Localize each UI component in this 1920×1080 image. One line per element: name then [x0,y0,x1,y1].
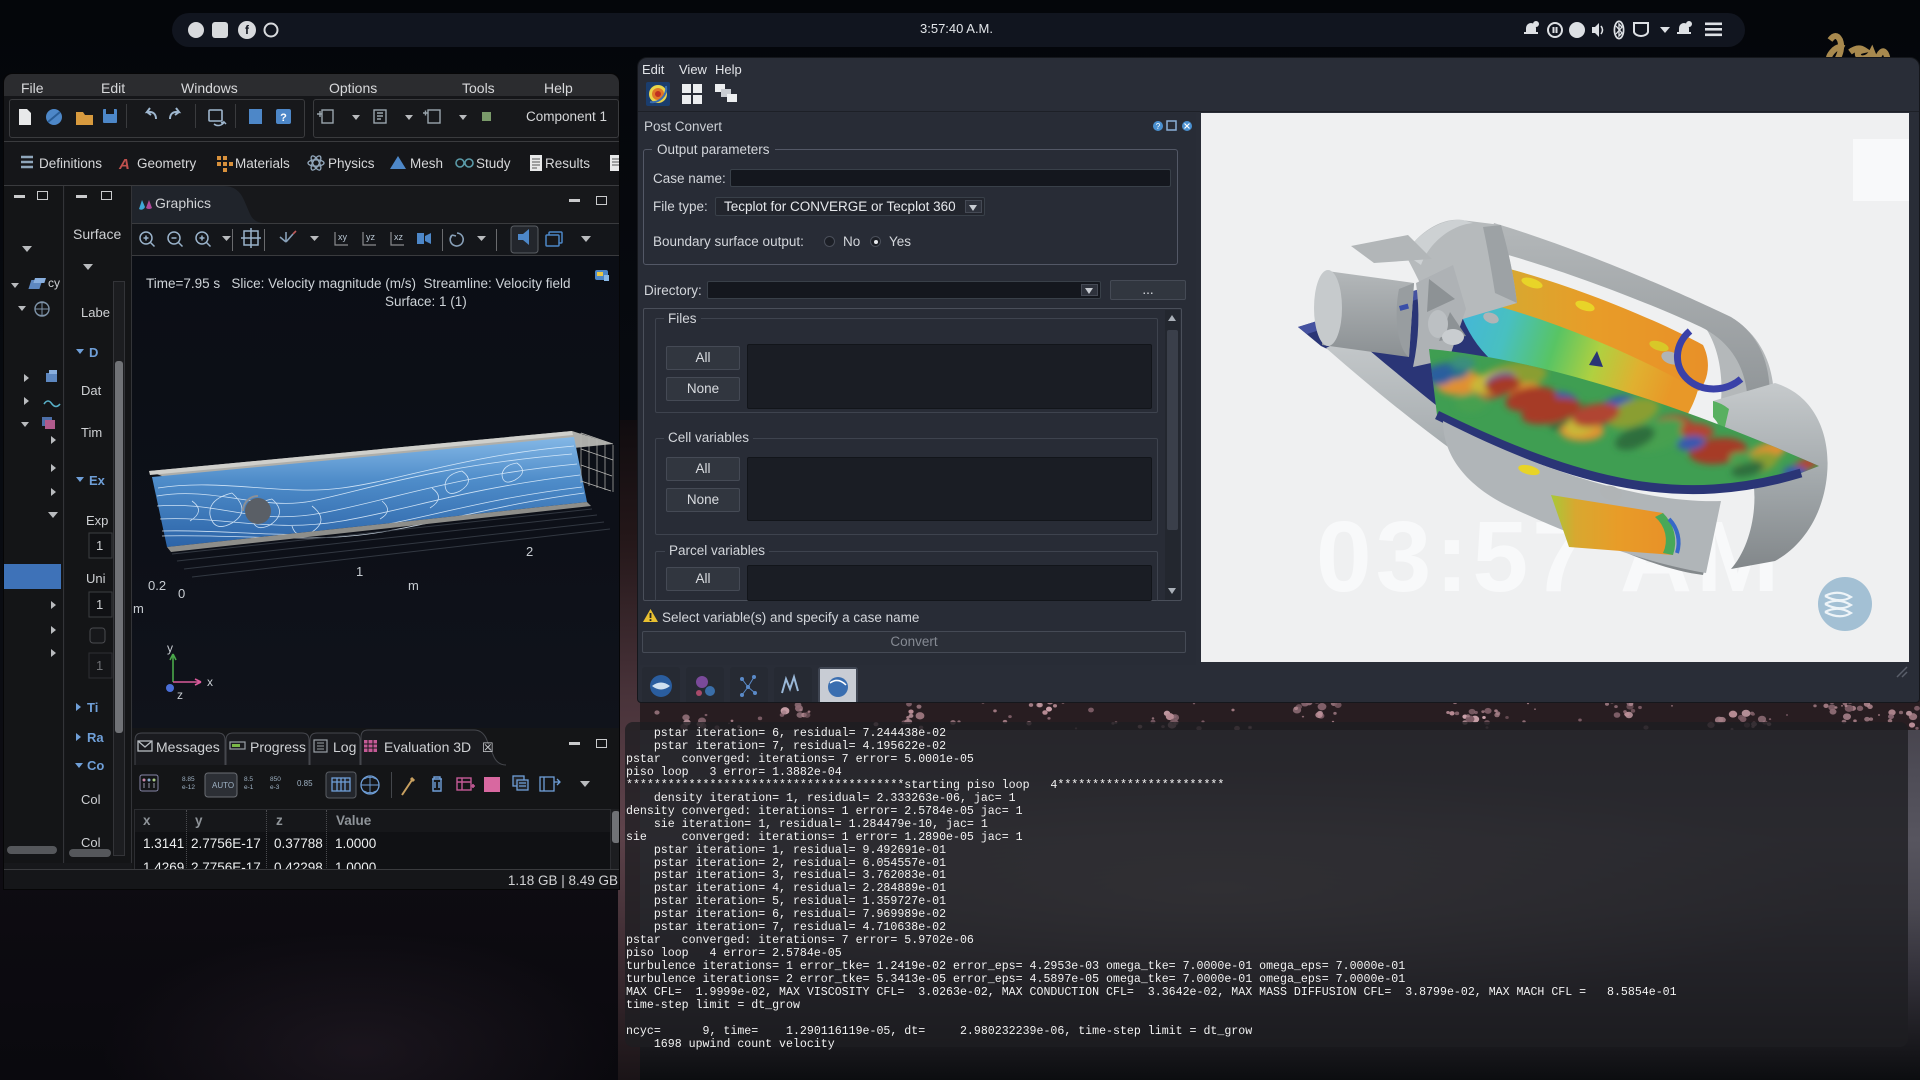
svg-text:Messages: Messages [156,739,220,755]
svg-text:Col: Col [81,792,101,807]
svg-text:?: ? [1156,122,1161,131]
svg-text:D: D [89,345,98,360]
svg-text:Ra: Ra [87,730,104,745]
svg-text:?: ? [280,112,287,124]
svg-text:Log: Log [333,739,356,755]
svg-text:0.85: 0.85 [297,779,313,788]
svg-text:850: 850 [270,776,281,783]
svg-text:Labe: Labe [81,305,110,320]
svg-text:Tim: Tim [81,425,102,440]
svg-text:Component 1: Component 1 [526,109,607,124]
svg-text:1: 1 [96,538,103,553]
svg-text:Ti: Ti [87,700,98,715]
svg-text:Dat: Dat [81,383,102,398]
svg-text:1: 1 [96,658,103,673]
svg-text:A: A [118,156,130,173]
svg-text:xz: xz [394,232,404,242]
svg-text:8.5: 8.5 [244,776,253,783]
svg-text:xy: xy [338,232,348,242]
svg-text:e-1: e-1 [244,784,254,791]
svg-text:Evaluation 3D: Evaluation 3D [384,739,471,755]
svg-text:AUTO: AUTO [212,781,234,790]
svg-text:Uni: Uni [86,571,106,586]
svg-text:z: z [177,688,183,702]
svg-text:1: 1 [96,597,103,612]
svg-text:Co: Co [87,758,104,773]
svg-text:☒: ☒ [482,740,494,755]
svg-text:x: x [207,675,213,689]
svg-text:Ex: Ex [89,473,106,488]
svg-text:yz: yz [366,232,376,242]
svg-text:e-12: e-12 [182,784,195,791]
svg-text:cy: cy [48,276,60,290]
svg-text:Exp: Exp [86,513,108,528]
svg-text:e-3: e-3 [270,784,280,791]
svg-text:y: y [167,642,173,655]
svg-text:8.85: 8.85 [182,776,195,783]
svg-text:Col: Col [81,835,101,850]
svg-text:Progress: Progress [250,739,306,755]
